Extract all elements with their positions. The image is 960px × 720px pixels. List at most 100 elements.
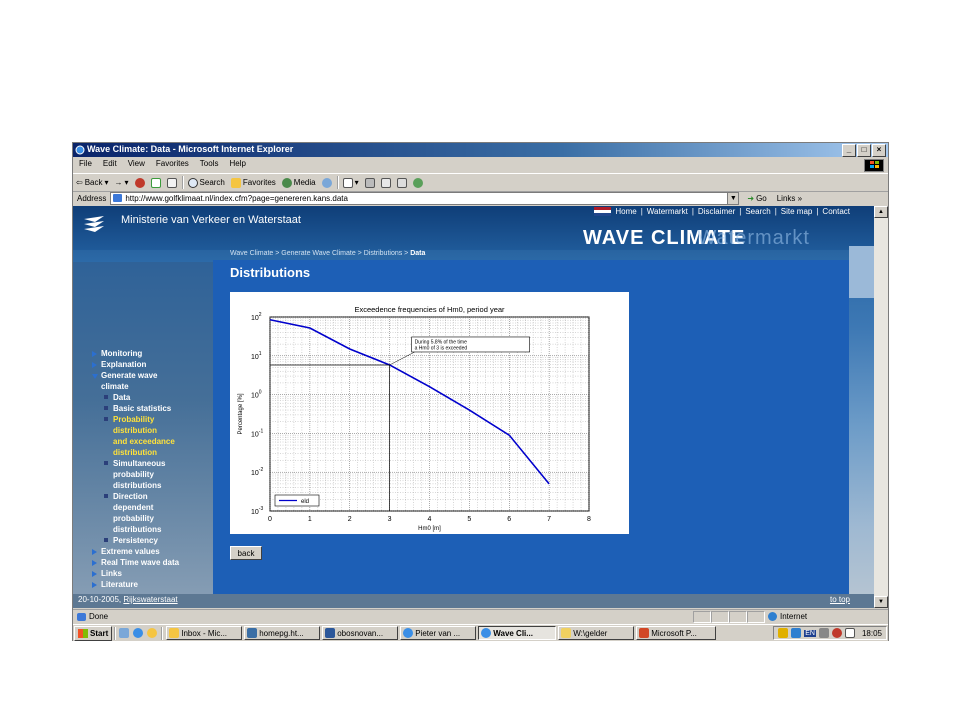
taskbar-item-label: Wave Cli...	[493, 628, 533, 638]
sidebar-item-direction[interactable]: Direction dependent probability distribu…	[91, 491, 216, 535]
sidebar-item-simultaneous-line3: distributions	[113, 481, 162, 490]
maximize-button[interactable]: □	[857, 144, 871, 157]
topnav-separator: |	[640, 207, 643, 216]
sidebar-item-extreme-values[interactable]: Extreme values	[91, 546, 216, 557]
taskbar-item-obosnovan[interactable]: obosnovan...	[322, 626, 399, 640]
refresh-button[interactable]	[148, 177, 164, 188]
sidebar-item-direction-line2: dependent	[113, 503, 154, 512]
sidebar-item-probability[interactable]: Probability distribution and exceedance …	[91, 414, 216, 458]
footer-rijkswaterstaat-link[interactable]: Rijkswaterstaat	[123, 595, 177, 604]
show-desktop-icon[interactable]	[119, 628, 130, 638]
toolbar-separator	[181, 176, 183, 189]
ministry-logo-icon	[84, 216, 104, 232]
sidebar-item-literature[interactable]: Literature	[91, 579, 216, 590]
edit-button[interactable]	[378, 177, 394, 188]
scroll-up-icon[interactable]: ▲	[874, 206, 888, 218]
taskbar-item-label: Microsoft P...	[651, 628, 697, 638]
mail-icon	[342, 177, 353, 188]
breadcrumb-distributions[interactable]: Distributions	[364, 250, 403, 257]
close-button[interactable]: ×	[872, 144, 886, 157]
address-input[interactable]: http://www.golfklimaat.nl/index.cfm?page…	[110, 191, 740, 205]
forward-button[interactable]: → ▾	[112, 178, 132, 187]
links-button[interactable]: Links »	[777, 194, 802, 203]
sidebar-item-generate[interactable]: Generate wave climate	[91, 370, 216, 392]
menu-edit[interactable]: Edit	[97, 158, 122, 171]
go-label: Go	[756, 193, 767, 203]
topnav-home[interactable]: Home	[615, 207, 636, 216]
to-top-link[interactable]: to top	[830, 595, 850, 604]
topnav-contact[interactable]: Contact	[822, 207, 850, 216]
back-button[interactable]: ⇦ Back ▾	[73, 178, 112, 187]
ie-icon	[403, 628, 414, 638]
page-viewport: Ministerie van Verkeer en Waterstaat Hom…	[73, 206, 874, 608]
breadcrumb-wave-climate[interactable]: Wave Climate	[230, 250, 273, 257]
ie-quicklaunch-icon[interactable]	[133, 628, 144, 638]
menu-view[interactable]: View	[122, 158, 150, 171]
taskbar-item-pieter[interactable]: Pieter van ...	[400, 626, 477, 640]
sidebar-item-simultaneous[interactable]: Simultaneous probability distributions	[91, 458, 216, 491]
chart-card: 0 1 2 3 4 5 6 7 8 102 101 100 10-1 10-2 10-3 Exceedence…	[230, 292, 629, 534]
x-tick-label: 1	[308, 516, 312, 523]
breadcrumb-generate[interactable]: Generate Wave Climate	[281, 250, 355, 257]
refresh-icon	[150, 177, 161, 188]
dutch-flag-icon[interactable]	[594, 207, 612, 216]
language-indicator[interactable]: EN	[804, 629, 816, 637]
search-button[interactable]: Search	[185, 177, 228, 188]
top-navigation: Home | Watermarkt | Disclaimer | Search …	[594, 207, 850, 216]
y-tick-label: 10-3	[251, 506, 263, 516]
topnav-sitemap[interactable]: Site map	[781, 207, 813, 216]
scroll-down-icon[interactable]: ▼	[874, 596, 888, 608]
windows-logo-icon	[864, 159, 884, 172]
sidebar-item-persistency[interactable]: Persistency	[91, 535, 216, 546]
stop-button[interactable]	[132, 177, 148, 188]
tray-mail-icon[interactable]	[844, 628, 855, 638]
start-button[interactable]: Start	[74, 625, 113, 641]
sidebar-item-direction-line1: Direction	[113, 492, 148, 501]
home-button[interactable]	[164, 177, 180, 188]
print-button[interactable]	[362, 177, 378, 188]
sidebar-item-basic-statistics[interactable]: Basic statistics	[91, 403, 216, 414]
menu-file[interactable]: File	[73, 158, 97, 171]
tray-security-icon[interactable]	[831, 628, 842, 638]
tray-volume-icon[interactable]	[818, 628, 829, 638]
address-dropdown-icon[interactable]: ▼	[727, 192, 739, 204]
menu-favorites[interactable]: Favorites	[150, 158, 194, 171]
taskbar-item-gelder[interactable]: W:\gelder	[558, 626, 635, 640]
favorites-button[interactable]: Favorites	[228, 177, 279, 188]
topnav-disclaimer[interactable]: Disclaimer	[698, 207, 735, 216]
menu-help[interactable]: Help	[223, 158, 250, 171]
vertical-scrollbar[interactable]: ▲ ▼	[874, 206, 888, 608]
title-bar[interactable]: Wave Climate: Data - Microsoft Internet …	[73, 143, 888, 157]
sidebar-item-explanation[interactable]: Explanation	[91, 359, 216, 370]
status-cell	[711, 611, 729, 623]
outlook-quicklaunch-icon[interactable]	[147, 628, 158, 638]
tray-antivirus-icon[interactable]	[791, 628, 802, 638]
x-tick-label: 4	[428, 516, 432, 523]
sidebar-item-links[interactable]: Links	[91, 568, 216, 579]
messenger-button[interactable]	[410, 177, 426, 188]
topnav-search[interactable]: Search	[745, 207, 770, 216]
sidebar-item-monitoring[interactable]: Monitoring	[91, 348, 216, 359]
menu-tools[interactable]: Tools	[194, 158, 224, 171]
footer-date-text: 20-10-2005,	[78, 595, 124, 604]
minimize-button[interactable]: _	[842, 144, 856, 157]
taskbar-item-wave-climate[interactable]: Wave Cli...	[478, 626, 557, 640]
taskbar-item-powerpoint[interactable]: Microsoft P...	[636, 626, 717, 640]
status-cell	[747, 611, 765, 623]
back-page-button[interactable]: back	[230, 546, 262, 560]
favorites-icon	[230, 177, 241, 188]
taskbar-separator	[161, 626, 163, 640]
topnav-watermarkt[interactable]: Watermarkt	[647, 207, 688, 216]
discuss-button[interactable]	[394, 177, 410, 188]
taskbar-item-label: Inbox - Mic...	[181, 628, 228, 638]
tray-network-icon[interactable]	[778, 628, 789, 638]
taskbar-item-homepg[interactable]: homepg.ht...	[244, 626, 321, 640]
media-icon	[281, 177, 292, 188]
media-button[interactable]: Media	[279, 177, 319, 188]
history-button[interactable]	[319, 177, 335, 188]
mail-button[interactable]: ▾	[340, 177, 362, 188]
go-button[interactable]: ➜ Go	[747, 194, 766, 203]
sidebar-item-realtime[interactable]: Real Time wave data	[91, 557, 216, 568]
sidebar-item-data[interactable]: Data	[91, 392, 216, 403]
taskbar-item-inbox[interactable]: Inbox - Mic...	[166, 626, 243, 640]
